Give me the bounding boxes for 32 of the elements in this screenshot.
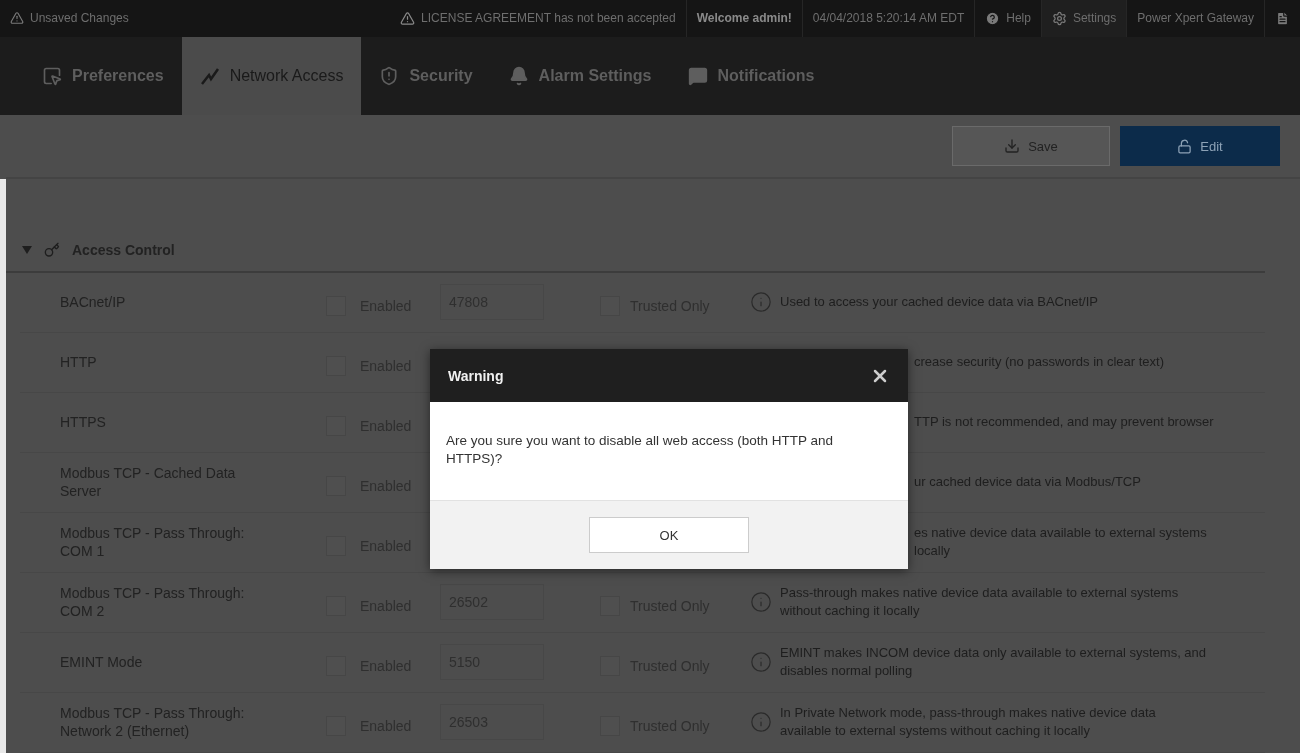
warning-icon bbox=[400, 10, 416, 26]
help-icon[interactable] bbox=[985, 10, 1001, 26]
license-warning-text: LICENSE AGREEMENT has not been accepted bbox=[421, 11, 676, 26]
shield-icon bbox=[379, 66, 400, 86]
warning-icon bbox=[10, 11, 24, 26]
help-link[interactable]: Help bbox=[1006, 11, 1031, 26]
info-icon[interactable] bbox=[750, 291, 772, 314]
document-icon[interactable] bbox=[1275, 10, 1290, 26]
download-icon bbox=[1004, 138, 1021, 155]
nav-tab[interactable]: Alarm Settings bbox=[490, 36, 670, 116]
key-icon bbox=[44, 242, 60, 258]
nav-tab[interactable]: Security bbox=[361, 36, 491, 116]
datetime-text: 04/04/2018 5:20:14 AM EDT bbox=[812, 11, 965, 26]
unlock-icon bbox=[1177, 138, 1193, 154]
product-name: Power Xpert Gateway bbox=[1137, 11, 1254, 26]
welcome-text: Welcome admin! bbox=[696, 11, 792, 26]
speech-bubble-icon bbox=[687, 66, 708, 86]
info-icon[interactable] bbox=[750, 591, 772, 614]
caret-icon[interactable] bbox=[22, 246, 32, 254]
bell-icon bbox=[508, 66, 529, 86]
edit-button[interactable]: Edit bbox=[1120, 126, 1280, 167]
window-cursor-icon bbox=[42, 66, 62, 86]
ok-button[interactable]: OK bbox=[589, 517, 749, 553]
unsaved-changes-label: Unsaved Changes bbox=[30, 11, 129, 26]
info-icon[interactable] bbox=[750, 711, 772, 734]
nav-tab[interactable]: Preferences bbox=[24, 36, 182, 116]
info-icon[interactable] bbox=[750, 651, 772, 674]
nav-tab[interactable]: Notifications bbox=[669, 36, 833, 116]
zigzag-line-icon bbox=[199, 66, 220, 86]
dialog-message: Are you sure you want to disable all web access (both HTTP and HTTPS)? bbox=[445, 432, 834, 468]
dialog-title: Warning bbox=[448, 367, 504, 384]
settings-icon[interactable] bbox=[1051, 10, 1067, 26]
